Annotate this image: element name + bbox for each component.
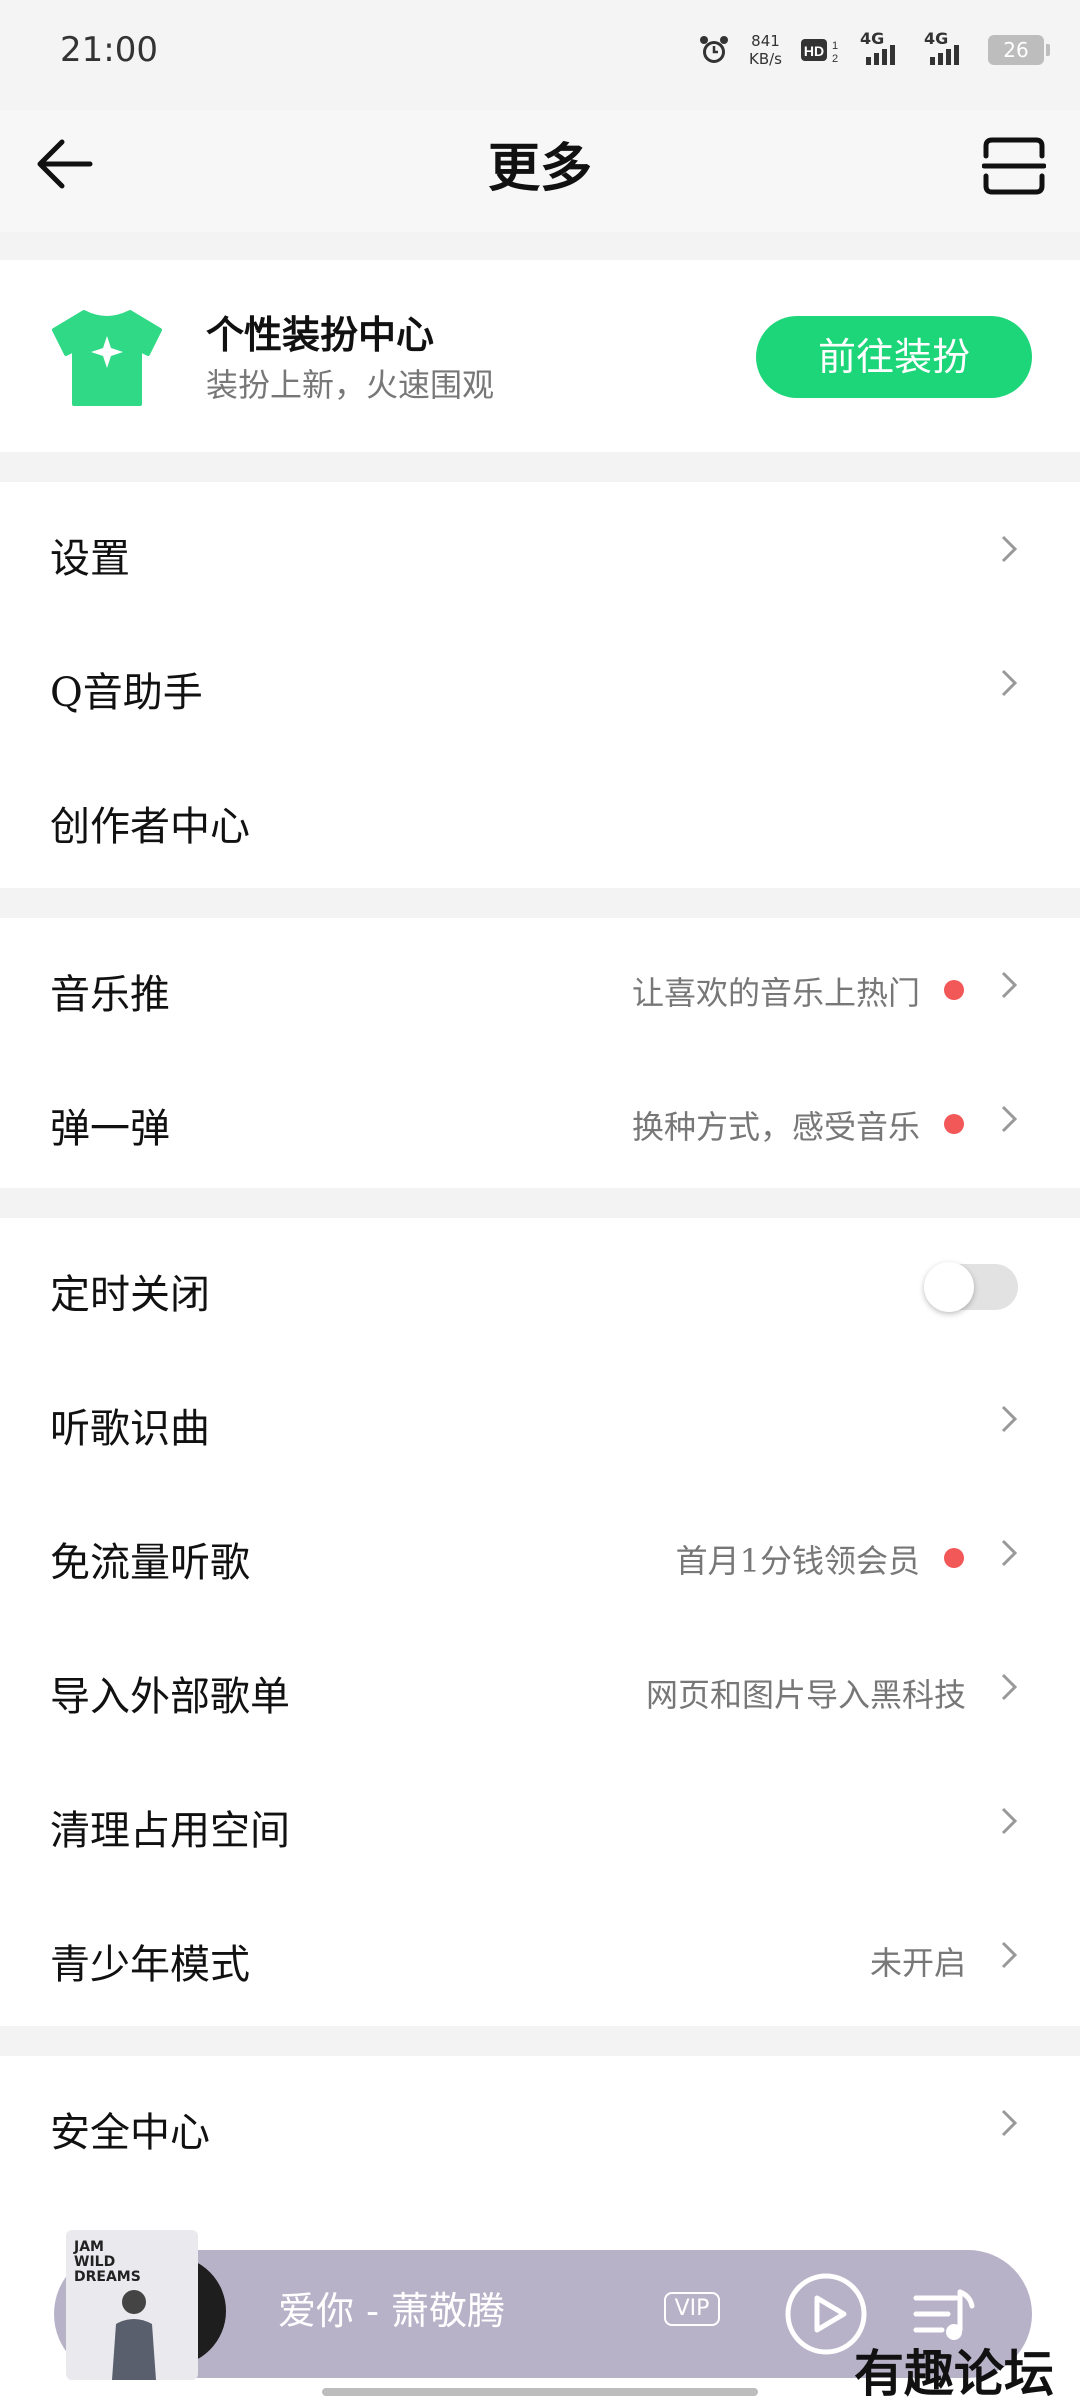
menu-item-hint: 未开启: [869, 1944, 966, 1982]
menu-item-clean-storage[interactable]: 清理占用空间: [0, 1754, 1080, 1888]
toggle-knob: [924, 1262, 974, 1312]
menu-item-label: 免流量听歌: [50, 1540, 250, 1586]
chevron-right-icon: [1001, 1807, 1018, 1835]
signal-bars-icon: [930, 45, 959, 65]
home-indicator[interactable]: [322, 2388, 758, 2396]
status-bar: 21:00 841 KB/s HD 1 2 4G 4G 26: [0, 0, 1080, 110]
chevron-right-icon: [1001, 1941, 1018, 1969]
network-speed: 841 KB/s: [749, 32, 782, 68]
menu-group-1: 设置 Q音助手 创作者中心: [0, 482, 1080, 888]
watermark: 有趣论坛: [854, 2344, 1054, 2400]
album-cover[interactable]: JAM WILD DREAMS: [66, 2230, 198, 2380]
menu-item-free-data[interactable]: 免流量听歌 首月1分钱领会员: [0, 1486, 1080, 1620]
signal-bars-icon: [866, 45, 895, 65]
menu-item-label: Q音助手: [50, 670, 203, 716]
menu-item-hint: 让喜欢的音乐上热门: [631, 974, 920, 1012]
chevron-right-icon: [1001, 535, 1018, 563]
album-artist-image: [112, 2290, 156, 2380]
red-dot-badge: [944, 1114, 964, 1134]
signal-2: 4G: [924, 29, 970, 67]
alarm-icon: [700, 36, 728, 63]
theme-center-title: 个性装扮中心: [206, 312, 435, 357]
menu-item-music-push[interactable]: 音乐推 让喜欢的音乐上热门: [0, 918, 1080, 1052]
network-speed-value: 841: [751, 32, 780, 50]
svg-text:2: 2: [832, 53, 838, 65]
menu-group-3: 定时关闭 听歌识曲 免流量听歌 首月1分钱领会员 导入外部歌单 网页和图片导入黑…: [0, 1218, 1080, 2026]
chevron-right-icon: [1001, 1673, 1018, 1701]
now-playing-title: 爱你 - 萧敬腾: [278, 2289, 505, 2333]
theme-center-card[interactable]: 个性装扮中心 装扮上新，火速围观 前往装扮: [0, 260, 1080, 452]
svg-text:HD: HD: [804, 43, 824, 59]
menu-item-hint: 网页和图片导入黑科技: [645, 1676, 966, 1714]
signal-1: 4G: [860, 29, 906, 67]
sleep-timer-toggle[interactable]: [924, 1262, 1018, 1312]
red-dot-badge: [944, 1548, 964, 1568]
chevron-right-icon: [1001, 1539, 1018, 1567]
menu-item-label: 创作者中心: [50, 804, 250, 850]
menu-item-hint: 换种方式，感受音乐: [631, 1108, 920, 1146]
menu-item-import-playlist[interactable]: 导入外部歌单 网页和图片导入黑科技: [0, 1620, 1080, 1754]
status-icons: 841 KB/s HD 1 2 4G 4G 26: [697, 29, 1050, 68]
menu-item-teen-mode[interactable]: 青少年模式 未开启: [0, 1888, 1080, 2022]
menu-item-q-assistant[interactable]: Q音助手: [0, 616, 1080, 750]
menu-item-label: 听歌识曲: [50, 1406, 210, 1452]
menu-item-label: 弹一弹: [50, 1106, 170, 1152]
menu-item-label: 导入外部歌单: [50, 1674, 290, 1720]
menu-item-bounce[interactable]: 弹一弹 换种方式，感受音乐: [0, 1052, 1080, 1186]
menu-item-label: 青少年模式: [50, 1942, 250, 1988]
go-dressup-button[interactable]: 前往装扮: [756, 316, 1032, 398]
chevron-right-icon: [1001, 2109, 1018, 2137]
menu-group-2: 音乐推 让喜欢的音乐上热门 弹一弹 换种方式，感受音乐: [0, 918, 1080, 1188]
menu-item-label: 设置: [50, 536, 130, 582]
menu-item-creator-center[interactable]: 创作者中心: [0, 750, 1080, 884]
battery-indicator: 26: [988, 35, 1050, 65]
chevron-right-icon: [1001, 971, 1018, 999]
menu-item-label: 安全中心: [50, 2110, 210, 2156]
theme-center-subtitle: 装扮上新，火速围观: [206, 366, 495, 404]
network-speed-unit: KB/s: [749, 50, 782, 68]
scan-icon[interactable]: [982, 136, 1046, 196]
chevron-right-icon: [1001, 1405, 1018, 1433]
tshirt-icon: [52, 310, 162, 406]
menu-item-hint: 首月1分钱领会员: [675, 1542, 920, 1580]
chevron-right-icon: [1001, 1105, 1018, 1133]
chevron-right-icon: [1001, 669, 1018, 697]
menu-item-security-center[interactable]: 安全中心: [0, 2056, 1080, 2190]
menu-item-label: 定时关闭: [50, 1272, 210, 1318]
menu-item-sleep-timer[interactable]: 定时关闭: [0, 1218, 1080, 1352]
page-title: 更多: [487, 138, 592, 199]
hd-voice-icon: HD 1 2: [801, 39, 838, 65]
menu-item-label: 音乐推: [50, 972, 170, 1018]
status-time: 21:00: [60, 30, 158, 70]
menu-item-label: 清理占用空间: [50, 1808, 290, 1854]
red-dot-badge: [944, 980, 964, 1000]
menu-item-settings[interactable]: 设置: [0, 482, 1080, 616]
album-cover-text: JAM WILD DREAMS: [74, 2239, 141, 2285]
vip-badge: VIP: [664, 2292, 720, 2326]
nav-bar: 更多: [0, 110, 1080, 232]
svg-text:1: 1: [832, 40, 838, 52]
menu-item-song-recognition[interactable]: 听歌识曲: [0, 1352, 1080, 1486]
